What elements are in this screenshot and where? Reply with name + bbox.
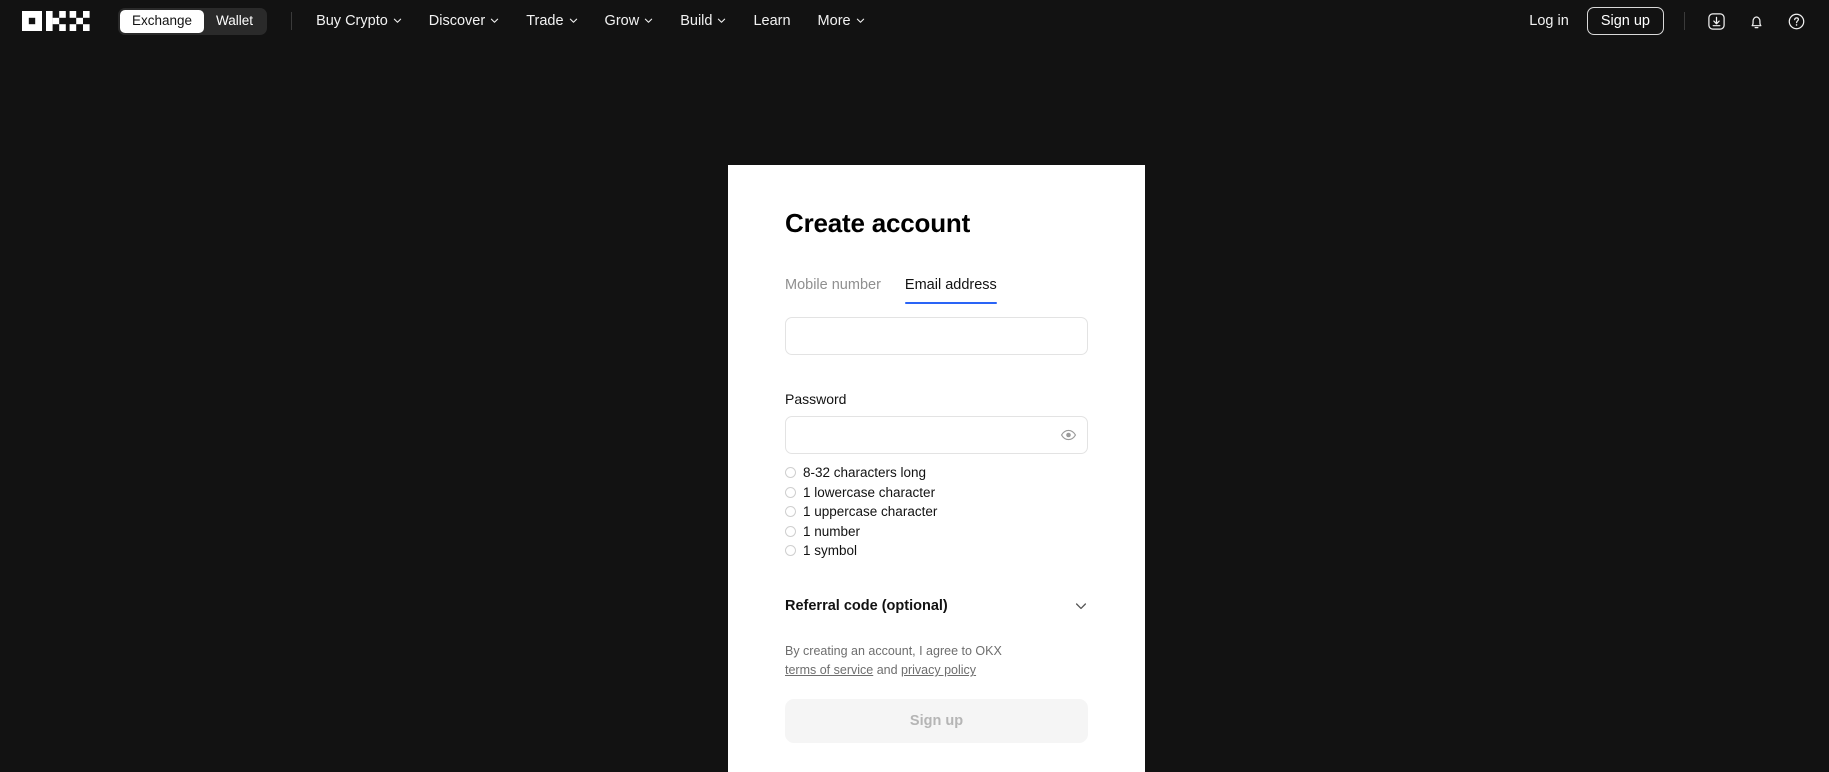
login-link[interactable]: Log in (1529, 13, 1569, 29)
toggle-wallet[interactable]: Wallet (204, 10, 265, 33)
eye-icon[interactable] (1060, 427, 1077, 444)
nav-divider (291, 12, 293, 30)
nav-right-actions: Log in Sign up (1529, 7, 1807, 35)
tab-mobile-number[interactable]: Mobile number (785, 277, 881, 304)
tab-email-address-label: Email address (904, 277, 997, 293)
requirement-label: 1 uppercase character (803, 504, 938, 519)
requirement-label: 8-32 characters long (803, 465, 927, 480)
chevron-down-icon[interactable] (1074, 599, 1088, 613)
referral-code-accordion[interactable]: Referral code (optional) (785, 598, 1088, 614)
requirement-label: 1 symbol (803, 543, 858, 558)
product-toggle: Exchange Wallet (118, 7, 268, 35)
toggle-wallet-label: Wallet (216, 13, 254, 29)
page-body: Create account Mobile number Email addre… (0, 42, 1829, 772)
nav-item-build[interactable]: Build (680, 13, 726, 29)
email-field-wrapper (785, 317, 1088, 355)
password-requirement: 1 uppercase character (785, 504, 1088, 519)
requirement-status-icon (785, 506, 796, 517)
chevron-down-icon (569, 16, 578, 25)
signup-button[interactable]: Sign up (1586, 7, 1664, 35)
terms-middle: and (873, 663, 902, 678)
top-navigation-bar: Exchange Wallet Buy Crypto Discover Trad… (0, 0, 1829, 42)
page-title: Create account (785, 208, 971, 238)
nav-item-buy-crypto[interactable]: Buy Crypto (316, 13, 402, 29)
requirement-label: 1 number (803, 523, 861, 539)
chevron-down-icon (490, 16, 499, 25)
chevron-down-icon (717, 16, 726, 25)
nav-item-learn-label: Learn (753, 13, 791, 29)
help-circle-icon[interactable] (1785, 10, 1807, 32)
requirement-label: 1 lowercase character (803, 484, 936, 500)
chevron-down-icon (644, 16, 653, 25)
nav-item-more[interactable]: More (818, 13, 865, 29)
chevron-down-icon (393, 16, 402, 25)
terms-prefix: By creating an account, I agree to OKX (785, 644, 1002, 658)
privacy-policy-link[interactable]: privacy policy (901, 663, 976, 677)
bell-icon[interactable] (1745, 10, 1767, 32)
requirement-status-icon (785, 486, 796, 498)
password-input[interactable] (785, 416, 1088, 454)
terms-of-service-link[interactable]: terms of service (785, 663, 873, 677)
nav-links: Buy Crypto Discover Trade Grow Build Lea… (316, 13, 865, 29)
requirement-status-icon (785, 467, 796, 478)
password-requirement: 8-32 characters long (785, 465, 1088, 480)
nav-item-buy-crypto-label: Buy Crypto (316, 13, 388, 29)
nav-item-more-label: More (817, 13, 851, 29)
tab-mobile-number-label: Mobile number (785, 277, 881, 293)
nav-item-build-label: Build (680, 13, 713, 29)
toggle-exchange-label: Exchange (132, 13, 193, 29)
tab-email-address[interactable]: Email address (904, 277, 997, 304)
requirement-status-icon (785, 545, 796, 556)
requirement-status-icon (785, 525, 796, 537)
referral-code-label: Referral code (optional) (785, 598, 948, 614)
nav-item-trade[interactable]: Trade (526, 13, 577, 29)
email-input[interactable] (785, 317, 1088, 355)
download-icon[interactable] (1705, 10, 1727, 32)
nav-item-discover-label: Discover (428, 13, 486, 29)
nav-item-trade-label: Trade (526, 13, 564, 29)
okx-logo[interactable] (22, 11, 90, 31)
password-section: Password 8-32 characters long 1 lowercas… (785, 391, 1088, 558)
nav-item-grow-label: Grow (604, 13, 640, 29)
create-account-card: Create account Mobile number Email addre… (728, 165, 1145, 772)
nav-item-discover[interactable]: Discover (429, 13, 499, 29)
password-requirements: 8-32 characters long 1 lowercase charact… (785, 465, 1088, 558)
password-requirement: 1 symbol (785, 543, 1088, 558)
submit-signup-button[interactable]: Sign up (785, 698, 1088, 743)
password-label: Password (785, 391, 847, 407)
nav-right-divider (1684, 12, 1685, 30)
password-requirement: 1 number (785, 524, 1088, 539)
signup-method-tabs: Mobile number Email address (785, 277, 1088, 304)
toggle-exchange[interactable]: Exchange (120, 9, 205, 33)
password-field-wrapper (785, 416, 1088, 454)
password-requirement: 1 lowercase character (785, 485, 1088, 500)
nav-item-learn[interactable]: Learn (753, 13, 790, 29)
terms-agreement-text: By creating an account, I agree to OKX t… (785, 642, 1023, 681)
chevron-down-icon (856, 16, 865, 25)
nav-item-grow[interactable]: Grow (605, 13, 654, 29)
